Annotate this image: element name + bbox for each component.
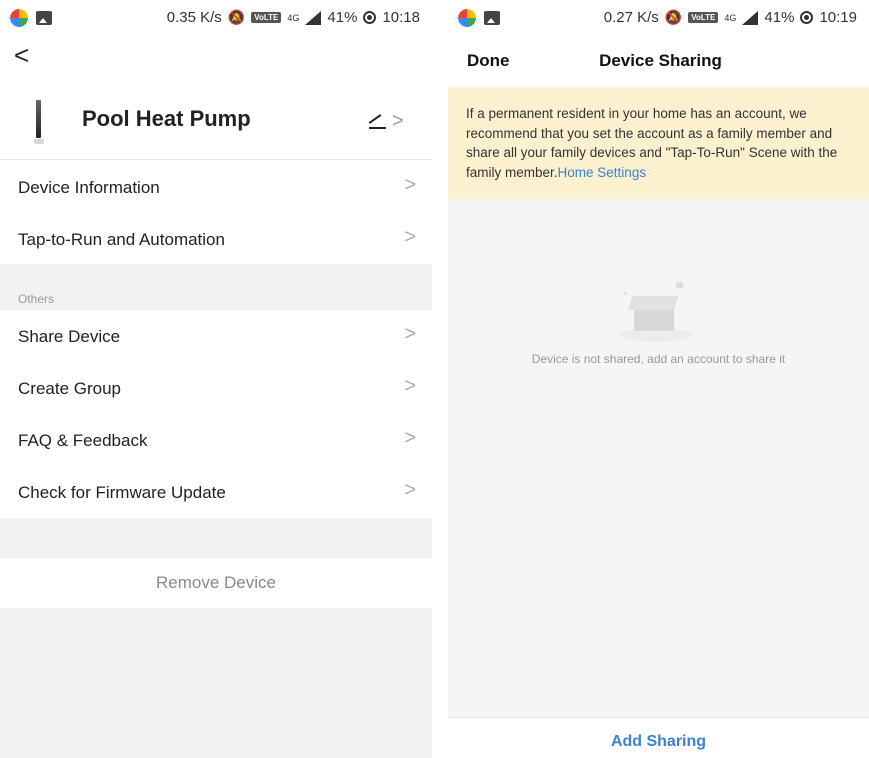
status-system-info: 0.35 K/s 🔕 VoLTE 4G 41% 10:18 bbox=[167, 9, 420, 26]
family-member-notice: If a permanent resident in your home has… bbox=[448, 88, 869, 199]
network-type: 4G bbox=[724, 12, 737, 23]
battery-level: 41% bbox=[327, 9, 358, 26]
empty-box-icon bbox=[608, 276, 708, 346]
device-header: Pool Heat Pump > bbox=[0, 88, 432, 160]
remove-device-button[interactable]: Remove Device bbox=[0, 558, 432, 608]
chevron-right-icon: > bbox=[404, 427, 416, 449]
battery-icon bbox=[363, 11, 377, 24]
menu-item-firmware-update[interactable]: Check for Firmware Update > bbox=[0, 467, 432, 519]
mute-bell-icon: 🔕 bbox=[664, 9, 683, 25]
battery-level: 41% bbox=[764, 9, 795, 26]
volte-badge: VoLTE bbox=[251, 12, 282, 23]
section-label-others: Others bbox=[18, 292, 55, 306]
chevron-right-icon: > bbox=[404, 375, 416, 397]
status-app-icons bbox=[10, 9, 52, 27]
chevron-right-icon: > bbox=[392, 110, 404, 132]
add-sharing-button[interactable]: Add Sharing bbox=[448, 717, 869, 758]
device-sharing-screen: 0.27 K/s 🔕 VoLTE 4G 41% 10:19 Done Devic… bbox=[448, 0, 869, 758]
menu-item-tap-to-run[interactable]: Tap-to-Run and Automation > bbox=[0, 214, 432, 266]
menu-item-label: Tap-to-Run and Automation bbox=[18, 230, 225, 249]
menu-item-label: Share Device bbox=[18, 327, 121, 346]
edit-device-name-button[interactable]: > bbox=[368, 108, 414, 136]
add-sharing-label: Add Sharing bbox=[610, 733, 707, 750]
menu-item-share-device[interactable]: Share Device > bbox=[0, 311, 432, 363]
volte-badge: VoLTE bbox=[688, 12, 719, 23]
chevron-right-icon: > bbox=[404, 479, 416, 501]
chevron-right-icon: > bbox=[404, 174, 416, 196]
chevron-right-icon: > bbox=[404, 226, 416, 248]
network-type: 4G bbox=[287, 12, 300, 23]
network-speed: 0.27 K/s bbox=[603, 9, 659, 26]
gallery-notification-icon bbox=[36, 11, 52, 25]
menu-item-label: Check for Firmware Update bbox=[18, 483, 226, 502]
back-button[interactable]: < bbox=[14, 40, 44, 70]
status-bar: 0.27 K/s 🔕 VoLTE 4G 41% 10:19 bbox=[448, 0, 869, 34]
chevron-right-icon: > bbox=[404, 323, 416, 345]
signal-icon bbox=[305, 10, 322, 25]
signal-icon bbox=[742, 10, 759, 25]
photos-app-icon bbox=[10, 9, 28, 27]
menu-item-label: FAQ & Feedback bbox=[18, 431, 148, 450]
remove-device-label: Remove Device bbox=[156, 573, 276, 592]
status-system-info: 0.27 K/s 🔕 VoLTE 4G 41% 10:19 bbox=[604, 9, 857, 26]
pool-heat-pump-device-icon bbox=[34, 100, 44, 144]
gallery-notification-icon bbox=[484, 11, 500, 25]
status-bar: 0.35 K/s 🔕 VoLTE 4G 41% 10:18 bbox=[0, 0, 432, 34]
network-speed: 0.35 K/s bbox=[166, 9, 222, 26]
status-app-icons bbox=[458, 9, 500, 27]
home-settings-link[interactable]: Home Settings bbox=[558, 165, 647, 180]
section-divider bbox=[0, 264, 432, 310]
notice-text: If a permanent resident in your home has… bbox=[466, 106, 838, 180]
photos-app-icon bbox=[458, 9, 476, 27]
menu-item-label: Create Group bbox=[18, 379, 121, 398]
clock: 10:18 bbox=[382, 9, 420, 26]
menu-item-device-information[interactable]: Device Information > bbox=[0, 162, 432, 214]
clock: 10:19 bbox=[819, 9, 857, 26]
navigation-bar: Done Device Sharing bbox=[448, 34, 869, 86]
device-name: Pool Heat Pump bbox=[82, 106, 251, 131]
menu-item-label: Device Information bbox=[18, 178, 160, 197]
page-title: Device Sharing bbox=[599, 51, 722, 70]
empty-state-message: Device is not shared, add an account to … bbox=[531, 352, 786, 366]
menu-item-faq-feedback[interactable]: FAQ & Feedback > bbox=[0, 415, 432, 467]
battery-icon bbox=[800, 11, 814, 24]
menu-item-create-group[interactable]: Create Group > bbox=[0, 363, 432, 415]
pencil-icon bbox=[368, 114, 382, 124]
mute-bell-icon: 🔕 bbox=[227, 9, 246, 25]
section-divider bbox=[0, 518, 432, 558]
device-settings-screen: 0.35 K/s 🔕 VoLTE 4G 41% 10:18 < Pool Hea… bbox=[0, 0, 432, 758]
bottom-fill bbox=[0, 608, 432, 758]
